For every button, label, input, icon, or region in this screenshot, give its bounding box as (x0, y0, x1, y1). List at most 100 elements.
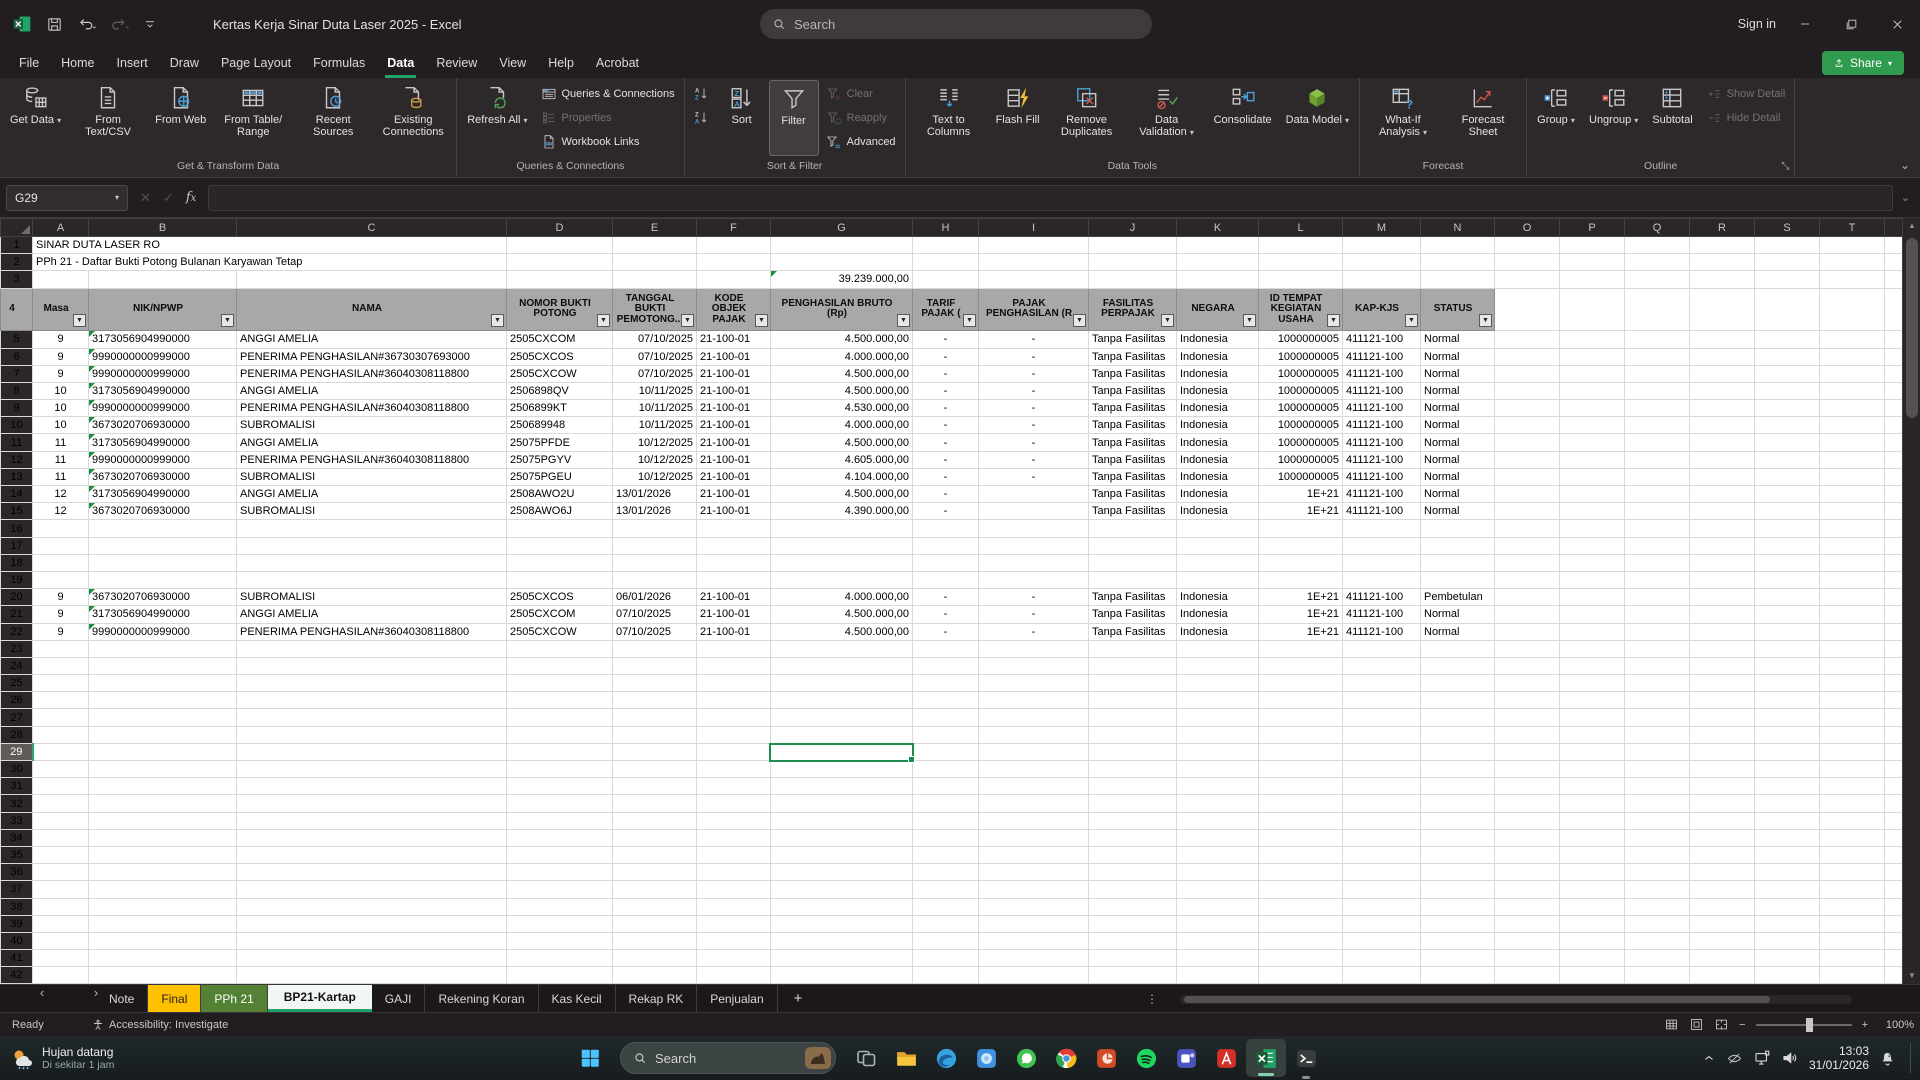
cell-F21[interactable]: 21-100-01 (697, 606, 771, 623)
cell-B16[interactable] (89, 520, 237, 537)
horizontal-scroll-thumb[interactable] (1184, 996, 1770, 1003)
filter-dropdown-icon[interactable]: ▼ (1161, 314, 1174, 327)
cell-M22[interactable]: 411121-100 (1343, 623, 1421, 640)
cell-L13[interactable]: 1000000005 (1259, 468, 1343, 485)
cell-R1[interactable] (1690, 237, 1755, 254)
col-header-M[interactable]: M (1343, 219, 1421, 237)
cell-T7[interactable] (1820, 365, 1885, 382)
cell-B38[interactable] (89, 898, 237, 915)
cell-P42[interactable] (1560, 967, 1625, 984)
cell-G21[interactable]: 4.500.000,00 (771, 606, 913, 623)
cell-T37[interactable] (1820, 881, 1885, 898)
cell-I26[interactable] (979, 692, 1089, 709)
cell-E40[interactable] (613, 932, 697, 949)
col-header-C[interactable]: C (237, 219, 507, 237)
ribbon-button-subtotal[interactable]: ++Subtotal (1646, 80, 1698, 156)
cell-D24[interactable] (507, 657, 613, 674)
cell-O31[interactable] (1495, 778, 1560, 795)
cell-D23[interactable] (507, 640, 613, 657)
cell-C8[interactable]: ANGGI AMELIA (237, 382, 507, 399)
row-header-29[interactable]: 29 (1, 743, 33, 760)
enter-formula-icon[interactable]: ✓ (163, 190, 174, 206)
cell-H6[interactable]: - (913, 348, 979, 365)
cell-L11[interactable]: 1000000005 (1259, 434, 1343, 451)
cell-N39[interactable] (1421, 915, 1495, 932)
cell-N23[interactable] (1421, 640, 1495, 657)
cell-S36[interactable] (1755, 864, 1820, 881)
filter-dropdown-icon[interactable]: ▼ (73, 314, 86, 327)
cell-F9[interactable]: 21-100-01 (697, 400, 771, 417)
cell-O42[interactable] (1495, 967, 1560, 984)
cell-Q31[interactable] (1625, 778, 1690, 795)
cell-L17[interactable] (1259, 537, 1343, 554)
cell-G34[interactable] (771, 829, 913, 846)
menu-tab-file[interactable]: File (8, 48, 50, 78)
cell-I5[interactable]: - (979, 331, 1089, 348)
cell-G28[interactable] (771, 726, 913, 743)
cell-K24[interactable] (1177, 657, 1259, 674)
cell-F33[interactable] (697, 812, 771, 829)
cell-D9[interactable]: 2506899KT (507, 400, 613, 417)
cell-O6[interactable] (1495, 348, 1560, 365)
ribbon-button-from-table-range[interactable]: From Table/ Range (214, 80, 292, 156)
cell-C23[interactable] (237, 640, 507, 657)
cell-I35[interactable] (979, 846, 1089, 863)
excel-logo-icon[interactable] (12, 14, 32, 34)
row-header-20[interactable]: 20 (1, 589, 33, 606)
cell-H34[interactable] (913, 829, 979, 846)
cell-A6[interactable]: 9 (33, 348, 89, 365)
cell-G2[interactable] (771, 254, 913, 271)
cell-T23[interactable] (1820, 640, 1885, 657)
filter-dropdown-icon[interactable]: ▼ (1405, 314, 1418, 327)
cell-M8[interactable]: 411121-100 (1343, 382, 1421, 399)
cell-I15[interactable] (979, 503, 1089, 520)
menu-tab-formulas[interactable]: Formulas (302, 48, 376, 78)
cell-O40[interactable] (1495, 932, 1560, 949)
cell-T34[interactable] (1820, 829, 1885, 846)
cell-H28[interactable] (913, 726, 979, 743)
cell-G37[interactable] (771, 881, 913, 898)
cell-I13[interactable]: - (979, 468, 1089, 485)
cell-F15[interactable]: 21-100-01 (697, 503, 771, 520)
cell-J33[interactable] (1089, 812, 1177, 829)
cell-Q37[interactable] (1625, 881, 1690, 898)
row-header-35[interactable]: 35 (1, 846, 33, 863)
cell-F10[interactable]: 21-100-01 (697, 417, 771, 434)
cell-A7[interactable]: 9 (33, 365, 89, 382)
cell-K42[interactable] (1177, 967, 1259, 984)
cell-P28[interactable] (1560, 726, 1625, 743)
cell-F16[interactable] (697, 520, 771, 537)
focus-assist-bell-icon[interactable]: z (1879, 1050, 1896, 1067)
ribbon-button-existing-connections[interactable]: Existing Connections (374, 80, 452, 156)
cell-O37[interactable] (1495, 881, 1560, 898)
menu-tab-help[interactable]: Help (537, 48, 585, 78)
cell-O36[interactable] (1495, 864, 1560, 881)
cell-K40[interactable] (1177, 932, 1259, 949)
zoom-out-icon[interactable]: − (1739, 1019, 1745, 1031)
menu-tab-review[interactable]: Review (425, 48, 488, 78)
cell-P12[interactable] (1560, 451, 1625, 468)
cell-Q30[interactable] (1625, 761, 1690, 778)
cell-H3[interactable] (913, 271, 979, 288)
cell-N13[interactable]: Normal (1421, 468, 1495, 485)
cell-Q41[interactable] (1625, 950, 1690, 967)
cell-J20[interactable]: Tanpa Fasilitas (1089, 589, 1177, 606)
cell-C19[interactable] (237, 571, 507, 588)
cell-J23[interactable] (1089, 640, 1177, 657)
cell-Q32[interactable] (1625, 795, 1690, 812)
cell-C10[interactable]: SUBROMALISI (237, 417, 507, 434)
weather-widget[interactable]: Hujan datang Di sekitar 1 jam (0, 1045, 220, 1071)
cell-Q15[interactable] (1625, 503, 1690, 520)
cell-F11[interactable]: 21-100-01 (697, 434, 771, 451)
col-header-extra[interactable] (1885, 219, 1903, 237)
col-header-L[interactable]: L (1259, 219, 1343, 237)
cell-D27[interactable] (507, 709, 613, 726)
total-bruto-value[interactable]: 39.239.000,00 (771, 271, 913, 288)
cell-S23[interactable] (1755, 640, 1820, 657)
cell-P27[interactable] (1560, 709, 1625, 726)
cell-O13[interactable] (1495, 468, 1560, 485)
taskbar-icon-adobe[interactable] (1206, 1036, 1246, 1080)
cell-A36[interactable] (33, 864, 89, 881)
cell-E7[interactable]: 07/10/2025 (613, 365, 697, 382)
cell-N7[interactable]: Normal (1421, 365, 1495, 382)
